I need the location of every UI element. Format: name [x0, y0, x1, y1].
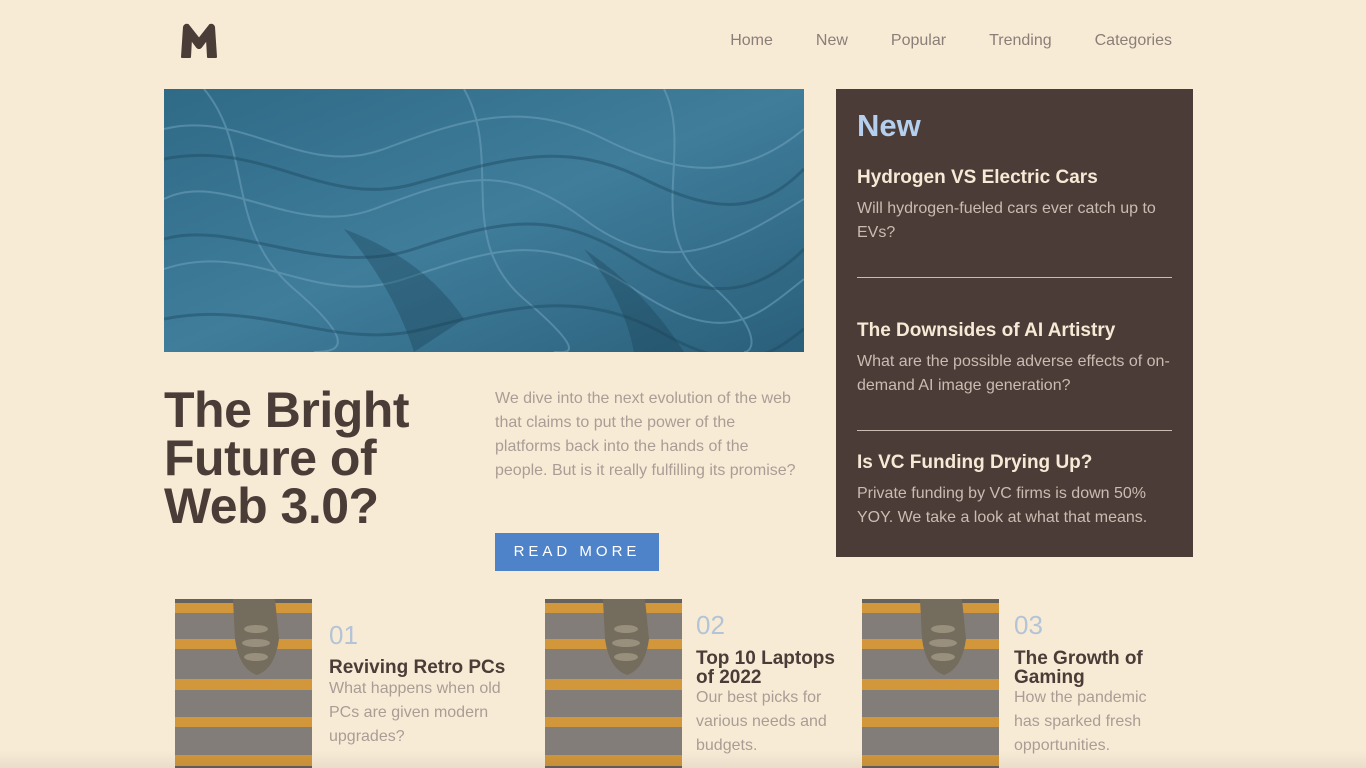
new-item-text: Private funding by VC firms is down 50% … [857, 485, 1148, 526]
new-item[interactable]: Hydrogen VS Electric Cars Will hydrogen-… [857, 165, 1172, 245]
nav-item-categories[interactable]: Categories [1095, 30, 1172, 52]
article-number: 03 [1014, 610, 1043, 640]
divider [857, 430, 1172, 431]
hero-description: We dive into the next evolution of the w… [495, 390, 796, 479]
article-title[interactable]: The Growth of Gaming [1014, 649, 1174, 687]
article-card[interactable]: 03 The Growth of Gaming How the pandemic… [862, 599, 1182, 768]
new-articles-panel: New Hydrogen VS Electric Cars Will hydro… [836, 89, 1193, 557]
hero-image[interactable] [164, 89, 804, 352]
stairs-thumbnail-image[interactable] [545, 599, 682, 768]
nav-item-new[interactable]: New [816, 30, 848, 52]
new-panel-heading: New [857, 108, 921, 143]
new-item[interactable]: The Downsides of AI Artistry What are th… [857, 318, 1172, 398]
new-item-title[interactable]: The Downsides of AI Artistry [857, 318, 1172, 344]
article-text: How the pandemic has sparked fresh oppor… [1014, 689, 1147, 754]
m-logo-icon[interactable] [180, 23, 218, 59]
read-more-button[interactable]: READ MORE [495, 533, 659, 571]
divider [857, 277, 1172, 278]
article-card[interactable]: 02 Top 10 Laptops of 2022 Our best picks… [545, 599, 845, 768]
article-title[interactable]: Reviving Retro PCs [329, 658, 519, 677]
article-text: Our best picks for various needs and bud… [696, 689, 827, 754]
new-item-text: What are the possible adverse effects of… [857, 353, 1170, 394]
new-item-text: Will hydrogen-fueled cars ever catch up … [857, 200, 1156, 241]
hero-title: The Bright Future of Web 3.0? [164, 382, 409, 534]
article-number: 02 [696, 610, 725, 640]
nav-item-popular[interactable]: Popular [891, 30, 946, 52]
stairs-thumbnail-image[interactable] [175, 599, 312, 768]
article-card[interactable]: 01 Reviving Retro PCs What happens when … [175, 599, 515, 768]
article-title[interactable]: Top 10 Laptops of 2022 [696, 649, 846, 687]
nav-item-home[interactable]: Home [730, 30, 773, 52]
nav-item-trending[interactable]: Trending [989, 30, 1052, 52]
main-nav: Home New Popular Trending Categories [730, 30, 1172, 52]
new-item-title[interactable]: Is VC Funding Drying Up? [857, 450, 1172, 476]
new-item[interactable]: Is VC Funding Drying Up? Private funding… [857, 450, 1172, 530]
stairs-thumbnail-image[interactable] [862, 599, 999, 768]
article-text: What happens when old PCs are given mode… [329, 680, 501, 745]
article-number: 01 [329, 620, 358, 650]
new-item-title[interactable]: Hydrogen VS Electric Cars [857, 165, 1172, 191]
